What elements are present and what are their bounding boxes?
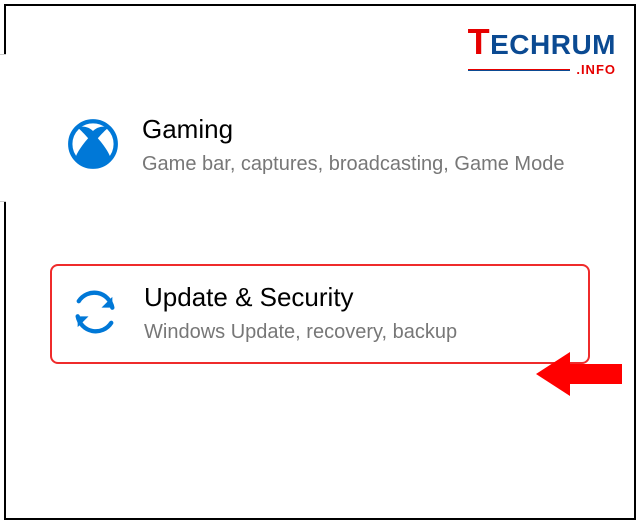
watermark-underline	[468, 69, 571, 71]
settings-item-gaming[interactable]: Gaming Game bar, captures, broadcasting,…	[50, 98, 590, 194]
settings-item-title: Update & Security	[144, 282, 576, 313]
settings-item-update-security[interactable]: Update & Security Windows Update, recove…	[50, 264, 590, 364]
screenshot-frame: T ECHRUM .INFO Gaming Game bar, captu	[4, 4, 636, 520]
watermark-logo: T ECHRUM .INFO	[468, 24, 616, 77]
watermark-sub: .INFO	[576, 62, 616, 77]
cutoff-edge	[0, 54, 6, 202]
settings-item-description: Game bar, captures, broadcasting, Game M…	[142, 151, 578, 178]
settings-category-list: Gaming Game bar, captures, broadcasting,…	[50, 98, 590, 364]
settings-item-description: Windows Update, recovery, backup	[144, 319, 576, 346]
watermark-t: T	[468, 24, 491, 60]
sync-icon	[69, 286, 121, 343]
xbox-icon	[67, 118, 119, 175]
settings-item-title: Gaming	[142, 114, 578, 145]
annotation-arrow-icon	[536, 346, 622, 402]
watermark-rest: ECHRUM	[490, 31, 616, 59]
